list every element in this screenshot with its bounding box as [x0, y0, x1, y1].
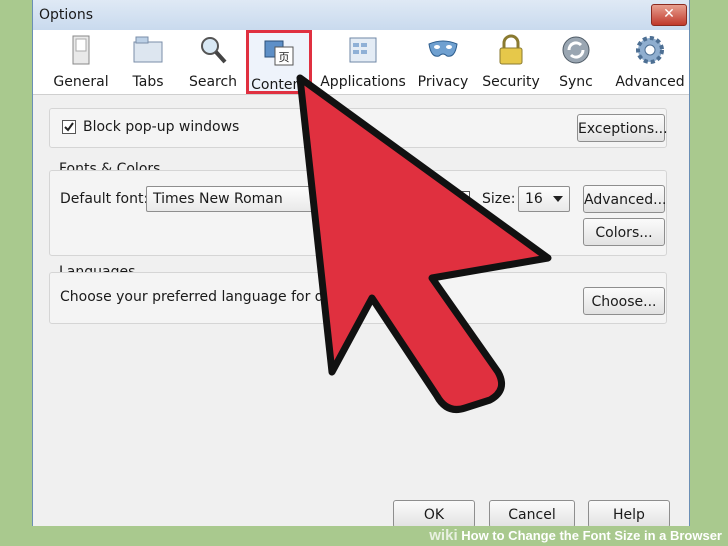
watermark: wiki How to Change the Font Size in a Br…: [429, 527, 722, 544]
watermark-brand: wiki: [429, 527, 458, 544]
red-arrow: [296, 74, 552, 413]
watermark-title: How to Change the Font Size in a Browser: [461, 528, 722, 543]
pointer-arrow-overlay: [296, 74, 552, 413]
